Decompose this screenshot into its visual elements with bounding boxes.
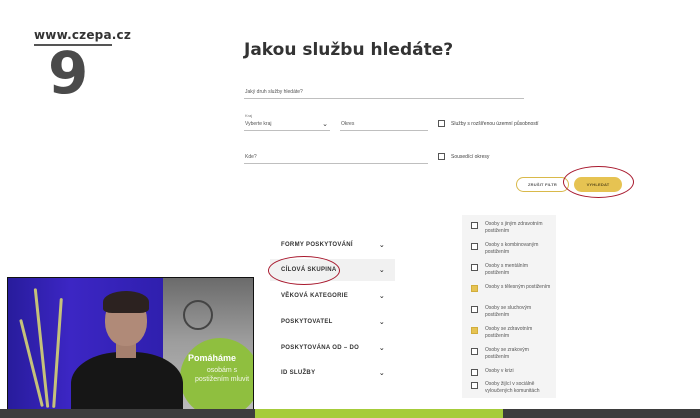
option-excluded-communities[interactable]: Osoby žijící v sociálně vyloučených komu… bbox=[471, 381, 551, 395]
target-group-highlight bbox=[268, 256, 340, 285]
option-mental-disability[interactable]: Osoby s mentálním postižením bbox=[471, 263, 551, 277]
filter-label: POSKYTOVÁNA OD – DO bbox=[281, 345, 360, 351]
region-value: Vyberte kraj bbox=[245, 121, 272, 127]
chevron-down-icon: ⌄ bbox=[378, 266, 385, 274]
filter-label: FORMY POSKYTOVÁNÍ bbox=[281, 242, 353, 248]
option-label: Osoby s mentálním postižením bbox=[485, 263, 529, 276]
neighbor-districts-label: Sousedící okresy bbox=[451, 153, 490, 160]
option-health-disability[interactable]: Osoby se zdravotním postižením bbox=[471, 326, 551, 340]
extended-range-label: Služby s rozšířenou územní působností bbox=[451, 120, 539, 127]
option-label: Osoby se sluchovým postižením bbox=[485, 305, 532, 318]
option-label: Osoby v krizi bbox=[485, 368, 514, 374]
poster-text: osobám s postižením mluvit bbox=[194, 367, 250, 384]
filter-age-category[interactable]: VĚKOVÁ KATEGORIE ⌄ bbox=[270, 285, 395, 307]
chevron-down-icon: ⌄ bbox=[378, 369, 385, 377]
checkbox-icon bbox=[471, 382, 478, 389]
region-select[interactable]: Vyberte kraj ⌄ bbox=[244, 118, 330, 131]
filter-label: ID SLUŽBY bbox=[281, 370, 316, 376]
chevron-down-icon: ⌄ bbox=[378, 318, 385, 326]
checkbox-icon bbox=[438, 153, 445, 160]
option-in-crisis[interactable]: Osoby v krizi bbox=[471, 368, 551, 376]
chevron-down-icon: ⌄ bbox=[378, 292, 385, 300]
checkbox-icon bbox=[471, 348, 478, 355]
filter-provider[interactable]: POSKYTOVATEL ⌄ bbox=[270, 311, 395, 333]
page-title: Jakou službu hledáte? bbox=[244, 40, 454, 60]
poster-title: Pomáháme bbox=[188, 353, 237, 363]
option-label: Osoby s kombinovaným postižením bbox=[485, 242, 539, 255]
option-label: Osoby se zdravotním postižením bbox=[485, 326, 533, 339]
reset-filter-button[interactable]: ZRUŠIT FILTR bbox=[516, 177, 569, 192]
filter-provided-from-to[interactable]: POSKYTOVÁNA OD – DO ⌄ bbox=[270, 337, 395, 359]
bottom-accent-bar bbox=[255, 409, 503, 418]
district-placeholder: Okres bbox=[341, 121, 355, 127]
service-type-placeholder: Jaký druh služby hledáte? bbox=[245, 89, 303, 95]
wheelchair-icon bbox=[183, 300, 213, 330]
option-label: Osoby s jiným zdravotním postižením bbox=[485, 221, 543, 234]
filter-label: VĚKOVÁ KATEGORIE bbox=[281, 293, 349, 299]
search-button-highlight bbox=[563, 166, 634, 198]
district-input[interactable]: Okres bbox=[340, 118, 428, 131]
location-placeholder: Kde? bbox=[245, 154, 257, 160]
option-combined-disability[interactable]: Osoby s kombinovaným postižením bbox=[471, 242, 551, 256]
option-label: Osoby se zrakovým postižením bbox=[485, 347, 529, 360]
service-type-input[interactable]: Jaký druh služby hledáte? bbox=[244, 85, 524, 99]
option-physical-disability[interactable]: Osoby s tělesným postižením bbox=[471, 284, 551, 292]
checkbox-icon bbox=[471, 264, 478, 271]
filter-service-forms[interactable]: FORMY POSKYTOVÁNÍ ⌄ bbox=[270, 234, 395, 256]
checkbox-icon bbox=[471, 222, 478, 229]
extended-range-checkbox[interactable]: Služby s rozšířenou územní působností bbox=[438, 120, 539, 127]
option-label: Osoby žijící v sociálně vyloučených komu… bbox=[485, 381, 540, 394]
option-other-health-disability[interactable]: Osoby s jiným zdravotním postižením bbox=[471, 221, 551, 235]
presenter-hair bbox=[103, 291, 149, 313]
lesson-number: 9 bbox=[48, 39, 89, 107]
filter-service-id[interactable]: ID SLUŽBY ⌄ bbox=[270, 362, 395, 384]
chevron-down-icon: ⌄ bbox=[378, 344, 385, 352]
chevron-down-icon: ⌄ bbox=[322, 120, 328, 128]
checkbox-icon bbox=[438, 120, 445, 127]
filter-label: POSKYTOVATEL bbox=[281, 319, 333, 325]
checkbox-icon bbox=[471, 306, 478, 313]
target-group-options-panel: Osoby s jiným zdravotním postižením Osob… bbox=[462, 215, 556, 398]
location-input[interactable]: Kde? bbox=[244, 150, 428, 164]
webcam-overlay: Pomáháme osobám s postižením mluvit bbox=[7, 277, 254, 414]
presenter-body bbox=[71, 352, 183, 413]
checkbox-icon bbox=[471, 243, 478, 250]
chevron-down-icon: ⌄ bbox=[378, 241, 385, 249]
checkbox-icon bbox=[471, 369, 478, 376]
checkbox-checked-icon bbox=[471, 327, 478, 334]
option-visual-disability[interactable]: Osoby se zrakovým postižením bbox=[471, 347, 551, 361]
option-label: Osoby s tělesným postižením bbox=[485, 284, 551, 290]
neighbor-districts-checkbox[interactable]: Sousedící okresy bbox=[438, 153, 489, 160]
checkbox-checked-icon bbox=[471, 285, 478, 292]
option-hearing-disability[interactable]: Osoby se sluchovým postižením bbox=[471, 305, 551, 319]
